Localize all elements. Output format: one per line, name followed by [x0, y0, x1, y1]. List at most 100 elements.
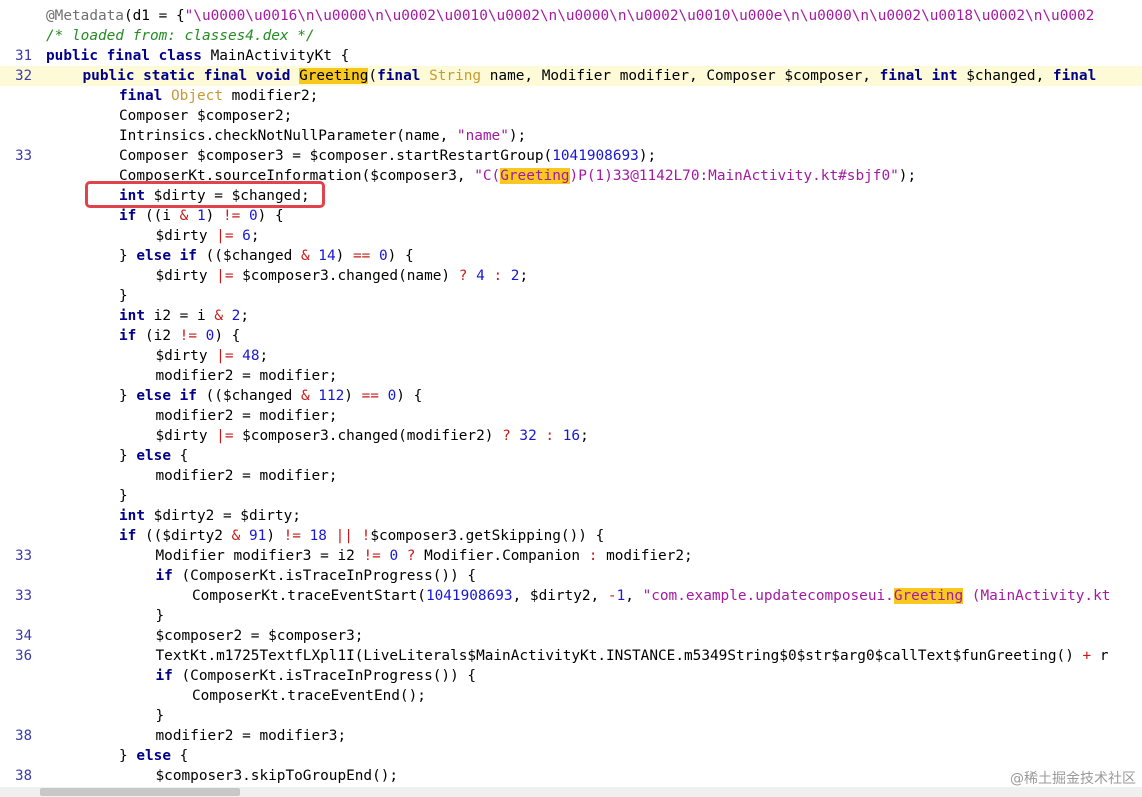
- code-token: int: [119, 508, 145, 524]
- code-token: );: [638, 148, 657, 164]
- code-line: }: [0, 486, 1142, 506]
- code-text: }: [119, 486, 128, 506]
- code-token: ComposerKt.traceEventEnd();: [192, 688, 426, 704]
- code-token: else: [136, 448, 171, 464]
- code-line: Composer $composer2;: [0, 106, 1142, 126]
- code-token: $composer3.getSkipping()) {: [370, 528, 605, 544]
- code-token: 4: [476, 268, 485, 284]
- code-token: $composer3.changed(modifier2): [233, 428, 503, 444]
- code-token: }: [119, 748, 137, 764]
- code-text: modifier2 = modifier;: [156, 406, 338, 426]
- code-line: 38 $composer3.skipToGroupEnd();: [0, 766, 1142, 786]
- code-text: int i2 = i & 2;: [119, 306, 249, 326]
- code-token: &: [231, 528, 241, 544]
- code-token: -: [607, 588, 617, 604]
- code-token: );: [898, 168, 917, 184]
- code-token: final: [1052, 68, 1097, 84]
- code-token: (ComposerKt.isTraceInProgress()) {: [172, 668, 477, 684]
- code-text: Modifier modifier3 = i2 != 0 ? Modifier.…: [156, 546, 693, 566]
- code-token: (i2: [136, 328, 180, 344]
- code-token: if: [155, 568, 173, 584]
- code-token: 112: [318, 388, 345, 404]
- code-token: r: [1091, 648, 1109, 664]
- code-token: ;: [250, 228, 260, 244]
- search-match: Greeting: [299, 68, 369, 84]
- code-token: ;: [519, 268, 529, 284]
- code-line: $dirty |= $composer3.changed(name) ? 4 :…: [0, 266, 1142, 286]
- code-token: else if: [136, 388, 197, 404]
- code-token: i: [162, 208, 180, 224]
- code-token: ((: [136, 208, 163, 224]
- code-token: 1: [616, 588, 626, 604]
- code-line: 33 ComposerKt.traceEventStart(1041908693,…: [0, 586, 1142, 606]
- code-text: }: [119, 286, 128, 306]
- code-token: modifier2;: [597, 548, 693, 564]
- code-token: $dirty: [155, 268, 217, 284]
- code-line: if (ComposerKt.isTraceInProgress()) {: [0, 566, 1142, 586]
- code-token: Composer $composer3 = $composer.startRes…: [119, 148, 553, 164]
- code-text: } else if (($changed & 112) == 0) {: [119, 386, 422, 406]
- code-line: 31 public final class MainActivityKt {: [0, 46, 1142, 66]
- code-text: modifier2 = modifier;: [156, 366, 338, 386]
- code-token: ): [344, 388, 362, 404]
- code-token: ;: [259, 348, 269, 364]
- horizontal-scrollbar[interactable]: [0, 787, 1142, 797]
- code-token: |=: [216, 228, 234, 244]
- code-token: ) {: [387, 248, 414, 264]
- code-token: 0: [378, 248, 388, 264]
- code-token: if: [155, 668, 173, 684]
- code-token: name, Modifier modifier, Composer $compo…: [481, 68, 880, 84]
- code-token: :: [493, 268, 503, 284]
- code-token: ?: [502, 428, 511, 444]
- code-line: 36 TextKt.m1725TextfLXpl1I(LiveLiterals$M…: [0, 646, 1142, 666]
- code-line: } else if (($changed & 14) == 0) {: [0, 246, 1142, 266]
- code-line: @Metadata(d1 = {"\u0000\u0016\n\u0000\n\…: [0, 6, 1142, 26]
- code-token: Object: [171, 88, 223, 104]
- code-text: ComposerKt.traceEventStart(1041908693, $…: [192, 586, 1110, 606]
- code-line: 33 Modifier modifier3 = i2 != 0 ? Modifie…: [0, 546, 1142, 566]
- code-text: $composer2 = $composer3;: [156, 626, 364, 646]
- code-line: }: [0, 706, 1142, 726]
- code-text: TextKt.m1725TextfLXpl1I(LiveLiterals$Mai…: [156, 646, 1109, 666]
- watermark: @稀土掘金技术社区: [1010, 771, 1136, 787]
- code-line: final Object modifier2;: [0, 86, 1142, 106]
- code-token: }: [119, 488, 128, 504]
- code-line: int $dirty2 = $dirty;: [0, 506, 1142, 526]
- code-token: Modifier modifier3 = i2: [155, 548, 364, 564]
- code-line: 38 modifier2 = modifier3;: [0, 726, 1142, 746]
- code-token: ||: [335, 528, 353, 544]
- code-token: 1041908693: [425, 588, 513, 604]
- code-token: $changed,: [957, 68, 1053, 84]
- line-number: 36: [15, 648, 32, 664]
- code-token: ): [205, 208, 223, 224]
- code-token: ,: [625, 588, 643, 604]
- code-line: } else {: [0, 446, 1142, 466]
- code-token: modifier2 = modifier;: [155, 468, 338, 484]
- scrollbar-thumb[interactable]: [40, 788, 240, 796]
- code-line: modifier2 = modifier;: [0, 466, 1142, 486]
- code-line: ComposerKt.traceEventEnd();: [0, 686, 1142, 706]
- code-editor[interactable]: @Metadata(d1 = {"\u0000\u0016\n\u0000\n\…: [0, 0, 1142, 787]
- code-token: modifier2 = modifier3;: [155, 728, 347, 744]
- code-token: ==: [352, 248, 371, 264]
- code-text: ComposerKt.traceEventEnd();: [192, 686, 426, 706]
- code-token: TextKt.m1725TextfLXpl1I(LiveLiterals$Mai…: [155, 648, 1083, 664]
- code-text: @Metadata(d1 = {"\u0000\u0016\n\u0000\n\…: [46, 6, 1094, 26]
- code-token: if: [119, 208, 137, 224]
- code-text: int $dirty2 = $dirty;: [119, 506, 301, 526]
- code-token: {: [170, 748, 189, 764]
- code-token: ) {: [214, 328, 241, 344]
- code-token: ) {: [396, 388, 423, 404]
- code-text: if (i2 != 0) {: [119, 326, 240, 346]
- code-token: "com.example.updatecomposeui.: [642, 588, 894, 604]
- code-token: (($changed: [196, 388, 301, 404]
- code-line-current: 32 public static final void Greeting(fina…: [0, 66, 1142, 86]
